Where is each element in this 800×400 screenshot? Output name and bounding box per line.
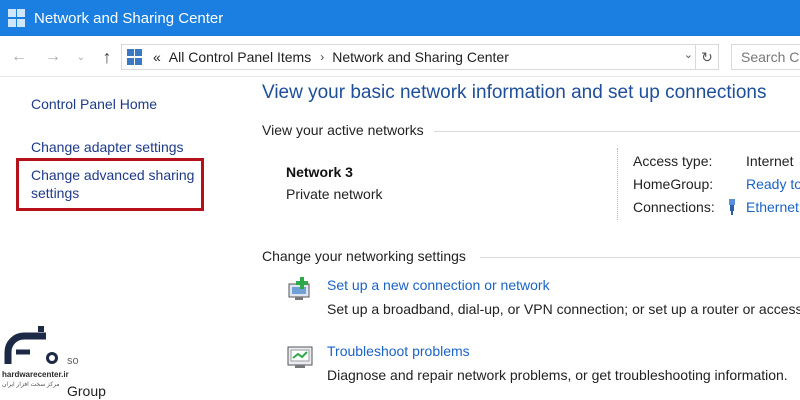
network-center-icon [127, 49, 143, 65]
network-type[interactable]: Private network [286, 186, 382, 202]
connections-label: Connections: [633, 199, 715, 215]
homegroup-link[interactable]: Ready to [746, 176, 800, 192]
network-name: Network 3 [286, 164, 353, 180]
search-input[interactable]: Search Co [731, 44, 800, 70]
breadcrumb-control-panel-items[interactable]: All Control Panel Items [169, 49, 311, 65]
setup-new-connection-link[interactable]: Set up a new connection or network [327, 277, 550, 293]
troubleshoot-problems-description: Diagnose and repair network problems, or… [327, 367, 788, 383]
troubleshoot-icon [287, 346, 313, 368]
ethernet-connection-link[interactable]: Ethernet [746, 199, 799, 215]
window-title: Network and Sharing Center [34, 9, 224, 27]
divider [434, 131, 800, 132]
forward-arrow-icon[interactable]: → [42, 46, 64, 68]
watermark-tagline: مرکز سخت افزار ایران [2, 382, 60, 388]
page-title: View your basic network information and … [262, 82, 767, 103]
breadcrumb-overflow[interactable]: « [153, 49, 161, 65]
network-center-icon [8, 9, 26, 27]
navigation-bar: ← → ⌄ ↑ « All Control Panel Items › Netw… [0, 38, 800, 77]
breadcrumb-network-sharing-center[interactable]: Network and Sharing Center [332, 49, 509, 65]
watermark-logo: hardwarecenter.ir مرکز سخت افزار ایران [0, 318, 120, 400]
title-bar: Network and Sharing Center [0, 0, 800, 36]
refresh-icon[interactable]: ↻ [695, 45, 718, 69]
chevron-down-icon[interactable]: ⌄ [684, 48, 693, 61]
divider [480, 257, 800, 258]
homegroup-label: HomeGroup: [633, 176, 714, 192]
up-arrow-icon[interactable]: ↑ [96, 46, 118, 68]
troubleshoot-problems-link[interactable]: Troubleshoot problems [327, 343, 470, 359]
chevron-down-icon[interactable]: ⌄ [70, 46, 92, 68]
section-label-networking-settings: Change your networking settings [262, 248, 466, 264]
sidebar-item-control-panel-home[interactable]: Control Panel Home [31, 95, 157, 113]
logo-icon [4, 326, 58, 364]
address-bar[interactable]: « All Control Panel Items › Network and … [121, 44, 719, 70]
chevron-right-icon[interactable]: › [320, 50, 324, 64]
ethernet-icon [729, 199, 735, 215]
sidebar-item-change-adapter-settings[interactable]: Change adapter settings [31, 138, 184, 156]
highlight-box [16, 158, 204, 211]
back-arrow-icon[interactable]: ← [8, 46, 30, 68]
access-type-value: Internet [746, 153, 794, 169]
access-type-label: Access type: [633, 153, 713, 169]
watermark-name: hardwarecenter.ir [2, 370, 69, 379]
setup-new-connection-description: Set up a broadband, dial-up, or VPN conn… [327, 301, 800, 317]
divider [617, 148, 618, 220]
section-label-active-networks: View your active networks [262, 122, 424, 138]
new-connection-icon [288, 277, 310, 300]
